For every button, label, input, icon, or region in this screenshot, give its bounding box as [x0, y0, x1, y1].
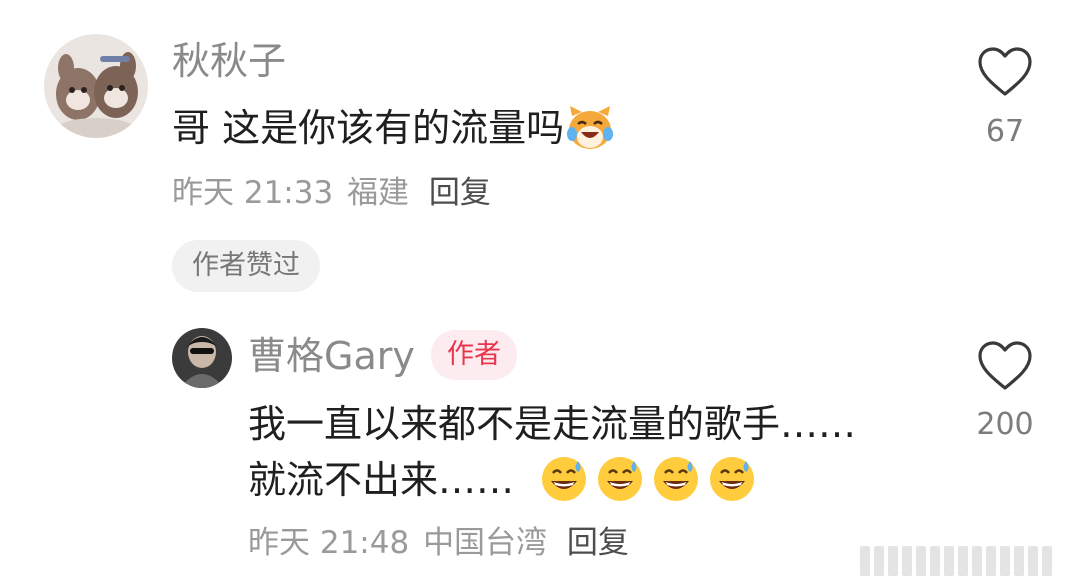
grinning-sweat-emoji [598, 456, 643, 501]
comment-meta: 昨天 21:33 福建 回复 [172, 178, 491, 209]
comment-text-content: 哥 这是你该有的流量吗 [172, 106, 565, 150]
reply-location: 中国台湾 [423, 525, 548, 561]
avatar[interactable] [44, 34, 148, 138]
reply-text-line2-content: 就流不出来…… [248, 458, 515, 502]
liked-by-author-chip: 作者赞过 [172, 240, 320, 292]
comment-text: 哥 这是你该有的流量吗 [172, 105, 614, 150]
comment-reply-button[interactable]: 回复 [429, 175, 491, 211]
reply-heart-icon[interactable] [976, 340, 1034, 392]
cat-laughing-tears-emoji [567, 105, 614, 149]
watermark-bars [860, 546, 1052, 576]
reply-reply-button[interactable]: 回复 [567, 525, 629, 561]
reply-like-count: 200 [976, 407, 1034, 442]
reply-text-line1: 我一直以来都不是走流量的歌手…… [248, 402, 857, 446]
reply-emoji-group [540, 456, 756, 502]
plush-toys-avatar-image [44, 34, 148, 138]
heart-icon[interactable] [976, 46, 1034, 98]
comment-location: 福建 [347, 175, 410, 211]
grinning-sweat-emoji [654, 456, 699, 501]
grinning-sweat-emoji [542, 456, 587, 501]
grinning-sweat-emoji [710, 456, 755, 501]
comment-author-name[interactable]: 秋秋子 [172, 42, 286, 80]
comment-like-count: 67 [985, 114, 1025, 149]
reply-time: 昨天 21:48 [248, 525, 410, 561]
reply-text-line2: 就流不出来…… [248, 456, 756, 503]
comment-time: 昨天 21:33 [172, 175, 334, 211]
singer-avatar-image [172, 328, 232, 388]
author-badge: 作者 [431, 330, 517, 380]
reply-author-name[interactable]: 曹格Gary [248, 337, 415, 375]
reply-meta: 昨天 21:48 中国台湾 回复 [248, 528, 629, 559]
reply-avatar[interactable] [172, 328, 232, 388]
